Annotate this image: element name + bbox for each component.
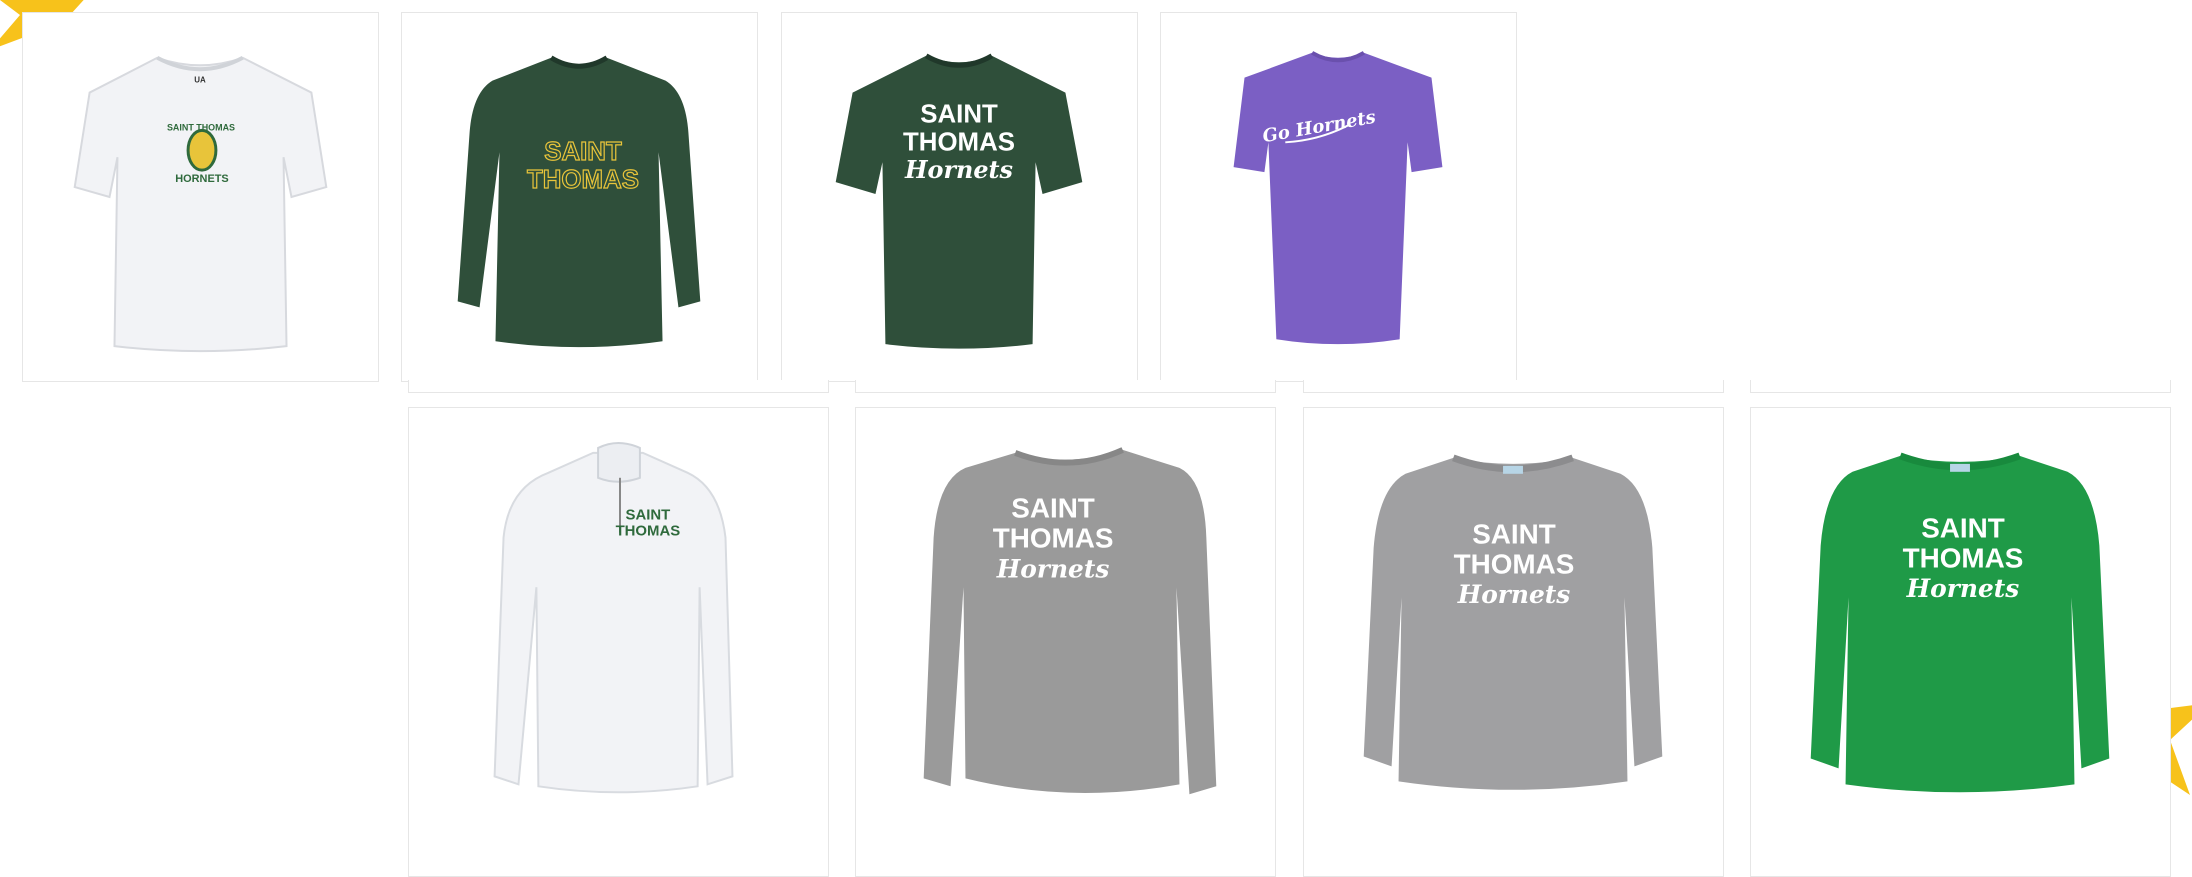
print-saint: SAINT	[1472, 518, 1556, 549]
print-hornets: Hornets	[996, 554, 1110, 583]
product-card[interactable]: SAINT THOMAS	[408, 407, 829, 877]
card-edge	[1750, 380, 2171, 393]
white-tee-image: UA SAINT THOMAS HORNETS	[73, 56, 328, 353]
print-thomas: THOMAS	[616, 523, 681, 540]
card-edge	[855, 380, 1276, 393]
card-edge	[408, 380, 829, 393]
product-card[interactable]: SAINT THOMAS	[401, 12, 758, 382]
forest-green-long-sleeve-image: SAINT THOMAS	[457, 55, 701, 348]
print-saint: SAINT	[1921, 512, 2005, 543]
purple-tee-image: Go Hornets	[1233, 51, 1443, 345]
print-hornets: Hornets	[1906, 574, 2020, 603]
print-thomas: THOMAS	[1454, 548, 1575, 579]
print-hornets: Hornets	[1457, 580, 1571, 609]
product-card[interactable]: UA SAINT THOMAS HORNETS	[22, 12, 379, 382]
heather-gray-sweatshirt-image: SAINT THOMAS Hornets	[1363, 454, 1663, 790]
forest-green-tee-image: SAINT THOMAS Hornets	[835, 53, 1083, 349]
heather-gray-sweatshirt-image: SAINT THOMAS Hornets	[923, 447, 1217, 795]
product-card[interactable]: SAINT THOMAS Hornets	[781, 12, 1138, 382]
brand-logo: UA	[194, 76, 206, 85]
print-hornets: Hornets	[904, 156, 1013, 184]
print-saint: SAINT	[920, 100, 998, 128]
product-card[interactable]: SAINT THOMAS Hornets	[855, 407, 1276, 877]
print-hornets: HORNETS	[175, 173, 228, 185]
print-saint: SAINT	[626, 507, 671, 524]
print-thomas: THOMAS	[1903, 542, 2024, 573]
white-quarter-zip-image: SAINT THOMAS	[493, 441, 734, 794]
print-thomas: THOMAS	[527, 166, 639, 194]
kelly-green-sweatshirt-image: SAINT THOMAS Hornets	[1810, 452, 2110, 793]
print-saint: SAINT	[1011, 493, 1095, 524]
print-thomas: THOMAS	[993, 522, 1114, 553]
product-card[interactable]: Go Hornets	[1160, 12, 1517, 382]
print-saint: SAINT	[544, 138, 622, 166]
card-edge	[1303, 380, 1724, 393]
product-card[interactable]: SAINT THOMAS Hornets	[1750, 407, 2171, 877]
print-thomas: THOMAS	[903, 128, 1015, 156]
product-card[interactable]: SAINT THOMAS Hornets	[1303, 407, 1724, 877]
